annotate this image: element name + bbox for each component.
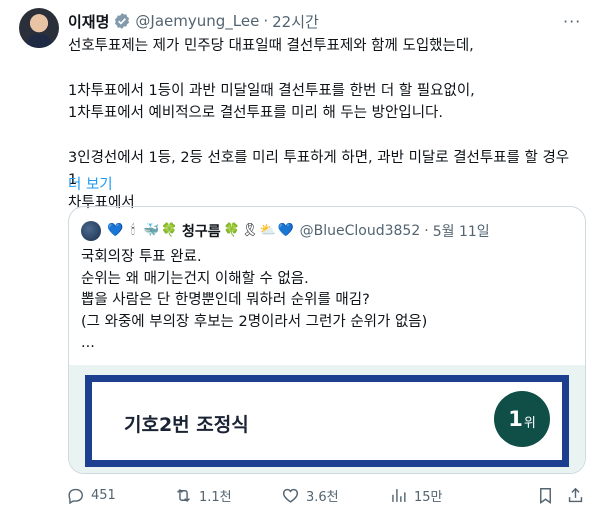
- quote-line: (그 와중에 부의장 후보는 2명이라서 그런가 순위가 없음): [81, 313, 428, 330]
- views-chart-icon: [392, 489, 406, 502]
- candidate-label: 기호2번 조정식: [124, 414, 249, 436]
- reply-count: 451: [91, 488, 116, 503]
- bookmark-button[interactable]: [536, 486, 555, 505]
- bookmark-icon: [540, 488, 551, 504]
- like-count: 3.6천: [306, 490, 339, 505]
- blue-heart-icon: 💙: [277, 223, 294, 238]
- quote-line: 국회의장 투표 완료.: [81, 249, 202, 265]
- quote-line: 뽑을 사람은 단 한명뿐인데 뭐하러 순위를 매김?: [81, 292, 370, 308]
- clover-icon: 🍀: [223, 223, 240, 238]
- share-button[interactable]: [566, 486, 585, 505]
- quote-author-handle[interactable]: @BlueCloud3852: [300, 223, 421, 239]
- author-handle[interactable]: @Jaemyung_Lee: [135, 12, 259, 30]
- quote-header: 💙 🕯 🐳 🍀 청구름 🍀 🎗 ⛅ 💙 @BlueCloud3852 · 5월 …: [81, 221, 490, 241]
- quote-author-name[interactable]: 청구름: [182, 221, 221, 241]
- ballot-result-card: 기호2번 조정식 1 위: [85, 375, 569, 467]
- blue-heart-icon: 💙: [107, 223, 124, 238]
- views-button[interactable]: 15만: [389, 486, 443, 505]
- rank-suffix: 위: [523, 415, 536, 431]
- quote-line: ...: [81, 335, 95, 351]
- share-icon: [568, 487, 583, 503]
- quote-image[interactable]: 기호2번 조정식 1 위: [69, 365, 585, 473]
- reply-button[interactable]: 451: [66, 486, 116, 505]
- clover-icon: 🍀: [161, 223, 178, 238]
- rank-number: 1: [508, 407, 523, 431]
- quoted-tweet[interactable]: 💙 🕯 🐳 🍀 청구름 🍀 🎗 ⛅ 💙 @BlueCloud3852 · 5월 …: [68, 206, 586, 474]
- verified-badge-icon: [115, 13, 130, 29]
- repost-icon: [177, 488, 190, 503]
- sun-cloud-icon: ⛅: [259, 223, 276, 238]
- header-separator: ·: [263, 12, 269, 30]
- whale-icon: 🐳: [143, 223, 160, 238]
- ribbon-icon: 🎗: [241, 223, 259, 238]
- tweet-header: 이재명 @Jaemyung_Lee · 22시간: [68, 10, 319, 32]
- tweet-body: 선호투표제는 제가 민주당 대표일때 결선투표제와 함께 도입했는데, 1차투표…: [68, 35, 578, 214]
- author-avatar[interactable]: [19, 8, 59, 48]
- reply-icon: [68, 488, 83, 505]
- candle-icon: 🕯: [131, 223, 135, 238]
- body-line: 1차투표에서 1등이 과반 미달일때 결선투표를 한번 더 할 필요없이,: [68, 82, 475, 99]
- more-options-icon[interactable]: ···: [563, 12, 581, 31]
- repost-button[interactable]: 1.1천: [174, 486, 232, 505]
- repost-count: 1.1천: [199, 490, 232, 505]
- heart-icon: [282, 488, 299, 503]
- body-line: 선호투표제는 제가 민주당 대표일때 결선투표제와 함께 도입했는데,: [68, 38, 474, 54]
- body-line: 3인경선에서 1등, 2등 선호를 미리 투표하게 하면, 과반 미달로 결선투…: [68, 149, 570, 189]
- tweet-time[interactable]: 22시간: [272, 11, 319, 32]
- show-more-link[interactable]: 더 보기: [68, 173, 113, 194]
- body-line: 1차투표에서 예비적으로 결선투표를 미리 해 두는 방안입니다.: [68, 105, 443, 121]
- quote-author-avatar[interactable]: [81, 221, 101, 241]
- author-name[interactable]: 이재명: [68, 11, 109, 32]
- tweet: 이재명 @Jaemyung_Lee · 22시간 ··· 선호투표제는 제가 민…: [0, 0, 592, 519]
- quote-body: 국회의장 투표 완료. 순위는 왜 매기는건지 이해할 수 없음. 뽑을 사람은…: [81, 247, 571, 355]
- views-count: 15만: [414, 490, 443, 505]
- quote-separator: ·: [424, 223, 429, 239]
- rank-badge: 1 위: [494, 391, 550, 447]
- like-button[interactable]: 3.6천: [281, 486, 339, 505]
- quote-date[interactable]: 5월 11일: [433, 221, 490, 241]
- action-bar: 451 1.1천 3.6천 15만: [66, 486, 586, 508]
- quote-line: 순위는 왜 매기는건지 이해할 수 없음.: [81, 270, 309, 287]
